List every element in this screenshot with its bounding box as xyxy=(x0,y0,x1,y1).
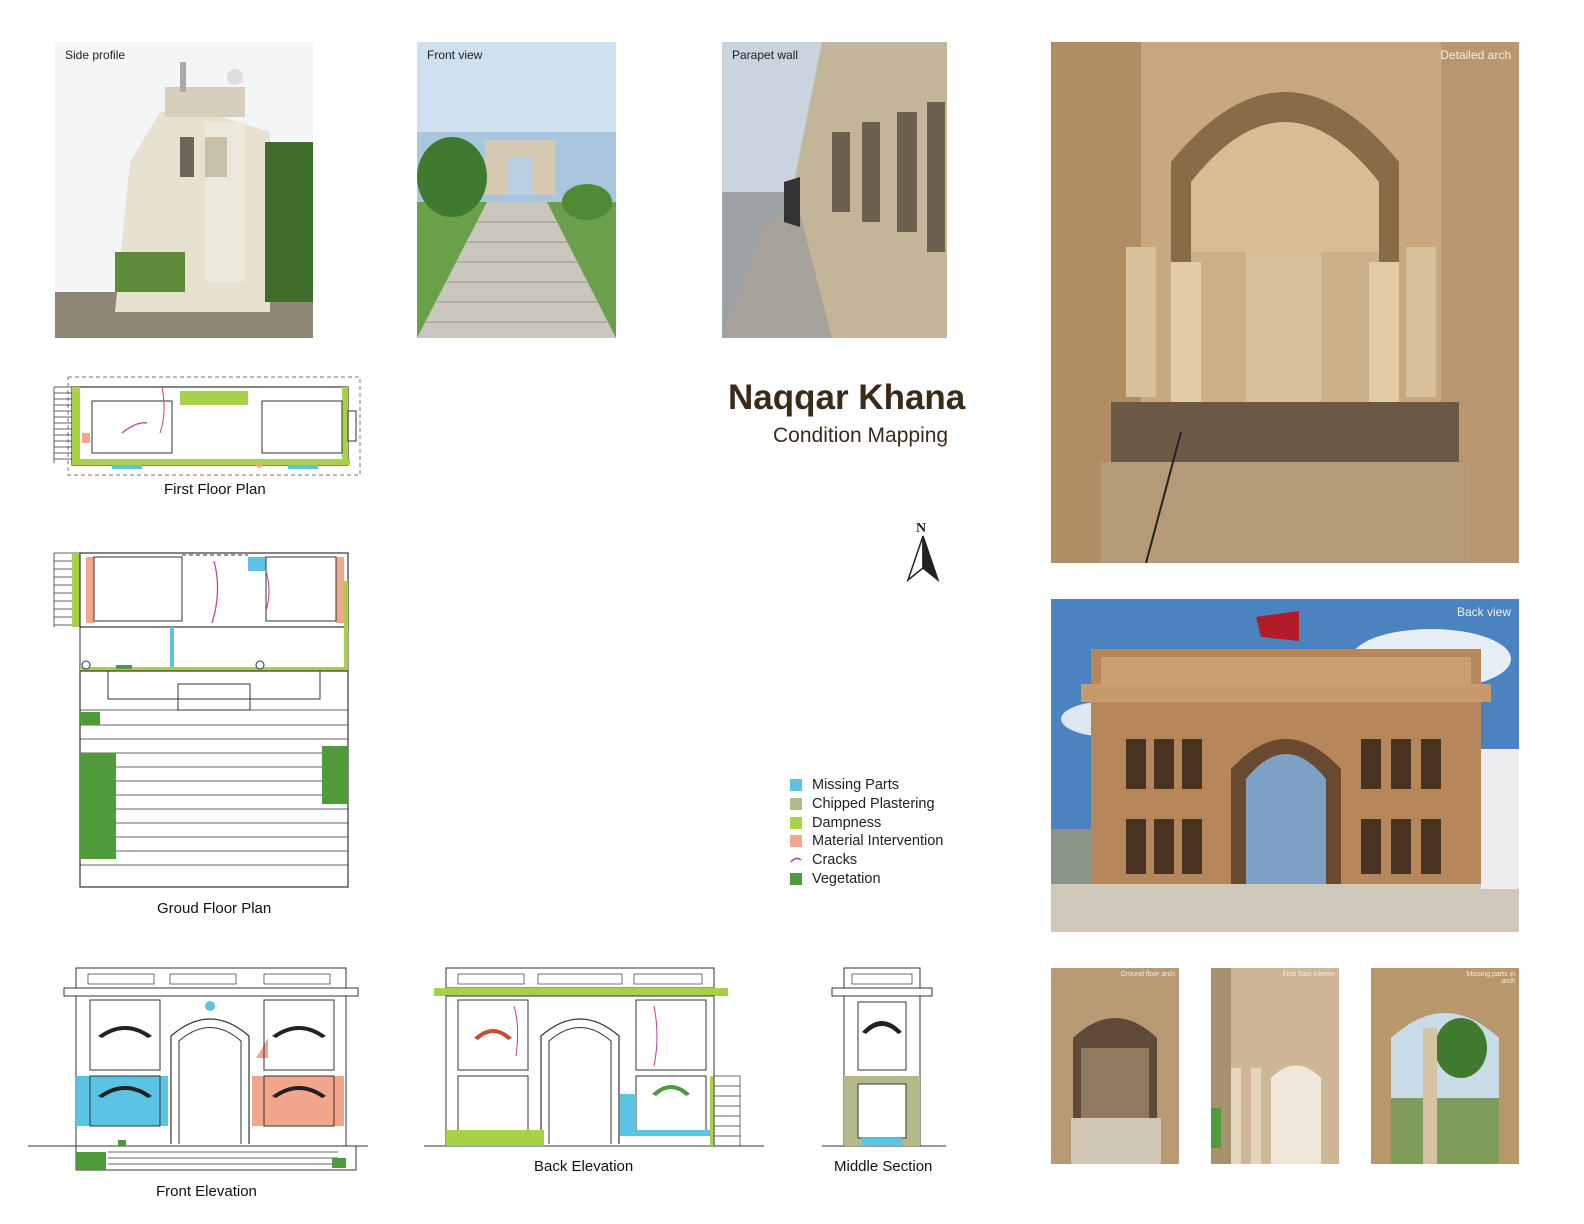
legend-item-material-intervention: Material Intervention xyxy=(790,832,943,851)
legend-swatch xyxy=(790,835,802,848)
legend-label: Missing Parts xyxy=(812,777,900,794)
legend-item-missing-parts: Missing Parts xyxy=(790,776,943,795)
missing-parts-in-arch-label: Missing parts in arch xyxy=(1466,971,1515,985)
side-profile-label: Side profile xyxy=(65,48,126,62)
condition-legend: Missing Parts Chipped Plastering Dampnes… xyxy=(790,776,943,888)
page-title: Naqqar Khana xyxy=(728,378,966,417)
legend-swatch xyxy=(790,779,802,792)
legend-label: Cracks xyxy=(812,852,858,869)
front-view-photo: Front view xyxy=(417,42,616,338)
detailed-arch-label: Detailed arch xyxy=(1440,48,1511,62)
first-floor-plan-caption: First Floor Plan xyxy=(164,481,266,498)
legend-swatch xyxy=(790,816,802,829)
legend-item-vegetation: Vegetation xyxy=(790,869,943,888)
ground-floor-plan-caption: Groud Floor Plan xyxy=(157,900,272,917)
parapet-wall-label: Parapet wall xyxy=(732,48,799,62)
ground-floor-arch-label: Ground floor arch xyxy=(1120,971,1175,978)
first-floor-interior-photo: First floor interior xyxy=(1211,968,1339,1164)
back-elevation-drawing xyxy=(424,967,764,1147)
legend-label: Chipped Plastering xyxy=(812,796,935,813)
missing-parts-in-arch-photo: Missing parts in arch xyxy=(1371,968,1519,1164)
ground-floor-plan-drawing xyxy=(53,552,349,888)
front-elevation-drawing xyxy=(28,967,368,1171)
ground-floor-arch-photo: Ground floor arch xyxy=(1051,968,1179,1164)
legend-item-dampness: Dampness xyxy=(790,813,943,832)
side-profile-photo: Side profile xyxy=(55,42,313,338)
legend-swatch xyxy=(790,798,802,811)
legend-label: Material Intervention xyxy=(812,833,944,850)
legend-label: Dampness xyxy=(812,814,882,831)
first-floor-interior-label: First floor interior xyxy=(1282,971,1335,978)
back-view-photo: Back view xyxy=(1051,599,1519,932)
legend-label: Vegetation xyxy=(812,870,881,887)
legend-item-chipped-plastering: Chipped Plastering xyxy=(790,795,943,814)
page-subtitle: Condition Mapping xyxy=(773,424,949,447)
front-view-label: Front view xyxy=(427,48,483,62)
detailed-arch-photo: Detailed arch xyxy=(1051,42,1519,563)
legend-item-cracks: Cracks xyxy=(790,851,943,870)
front-elevation-caption: Front Elevation xyxy=(156,1183,257,1200)
legend-swatch xyxy=(790,872,802,885)
crack-line-icon xyxy=(790,857,802,863)
north-arrow-icon xyxy=(906,535,940,583)
back-view-label: Back view xyxy=(1456,605,1511,619)
first-floor-plan-drawing xyxy=(53,376,361,476)
middle-section-drawing xyxy=(822,967,946,1147)
back-elevation-caption: Back Elevation xyxy=(534,1158,634,1175)
middle-section-caption: Middle Section xyxy=(834,1158,933,1175)
parapet-wall-photo: Parapet wall xyxy=(722,42,947,338)
